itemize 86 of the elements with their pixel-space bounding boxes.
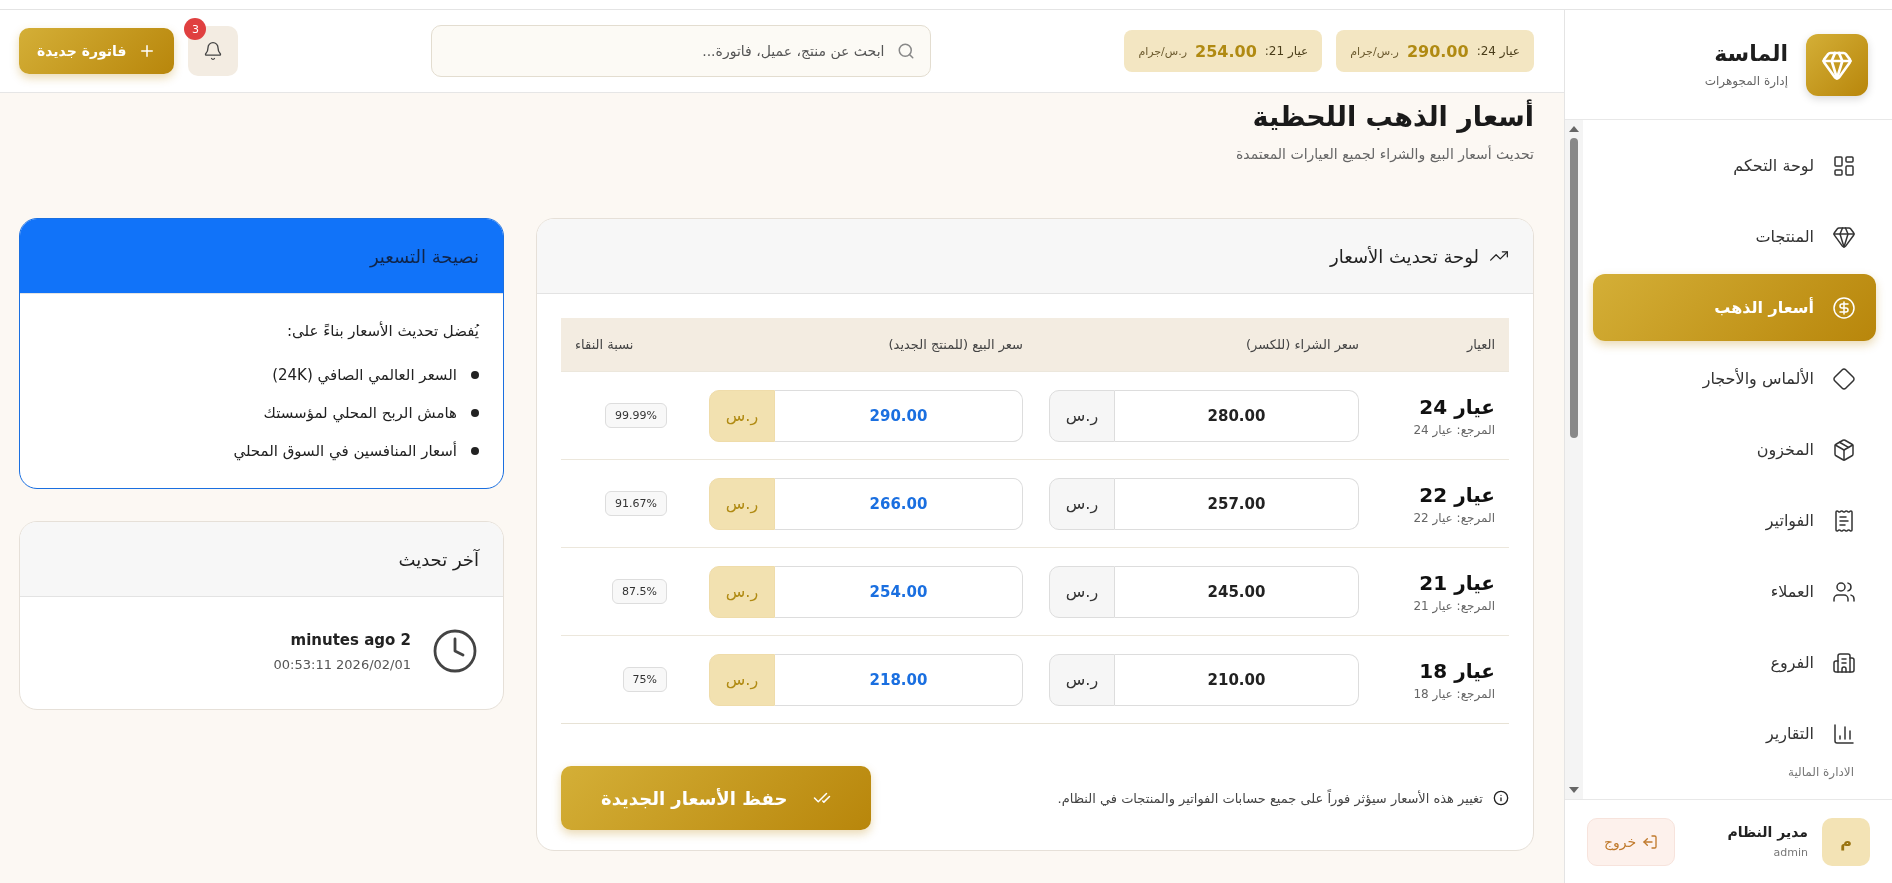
purity-badge: 87.5% <box>612 579 667 604</box>
karat-reference: المرجع: عيار 21 <box>1412 598 1495 613</box>
nav-icon <box>1832 721 1856 746</box>
nav-icon <box>1832 650 1856 675</box>
card-title: لوحة تحديث الأسعار <box>1330 245 1479 267</box>
purity-badge: 75% <box>622 667 667 692</box>
logout-icon <box>1642 833 1659 850</box>
info-icon <box>1493 790 1509 806</box>
chip-label: عيار 24: <box>1476 44 1520 58</box>
timestamp: 00:53:11 2026/02/01 <box>273 656 411 672</box>
user-name: مدير النظام <box>1727 824 1808 840</box>
karat-reference: المرجع: عيار 22 <box>1412 510 1495 525</box>
tip-point: هامش الربح المحلي لمؤسستك <box>263 404 457 422</box>
sell-price-input[interactable]: 254.00 <box>775 565 1023 618</box>
nav-icon <box>1832 153 1856 178</box>
purity-badge: 91.67% <box>605 491 667 516</box>
nav-icon <box>1832 437 1856 462</box>
chip-price: 254.00 <box>1195 41 1257 61</box>
section-label: الادارة المالية <box>1786 765 1855 779</box>
user-avatar: م <box>1822 817 1870 866</box>
karat-name: عيار 22 <box>1418 482 1495 507</box>
nav-item[interactable]: التقارير <box>1593 700 1876 767</box>
nav-item[interactable]: المنتجات <box>1593 203 1876 270</box>
nav-icon <box>1832 579 1856 604</box>
purity-badge: 99.99% <box>605 403 667 428</box>
column-header: العيار <box>1465 337 1495 352</box>
relative-time: minutes ago 2 <box>289 630 411 649</box>
nav-item[interactable]: العملاء <box>1593 558 1876 625</box>
search-icon <box>897 42 916 60</box>
chip-price: 290.00 <box>1406 41 1469 61</box>
currency-label: ر.س <box>1049 565 1115 618</box>
user-role: admin <box>1772 846 1808 859</box>
currency-label: ر.س <box>709 477 775 530</box>
karat-reference: المرجع: عيار 24 <box>1412 422 1495 437</box>
nav-icon <box>1832 224 1856 249</box>
nav-item[interactable]: الألماس والأحجار <box>1593 345 1876 412</box>
brand-name: الماسة <box>1713 41 1788 66</box>
card-title: آخر تحديث <box>398 548 479 570</box>
currency-label: ر.س <box>1049 477 1115 530</box>
warning-note: تغيير هذه الأسعار سيؤثر فوراً على جميع حسابات الفواتير والمنتجات في النظام. <box>1057 790 1483 806</box>
chip-label: عيار 21: <box>1264 44 1309 58</box>
currency-label: ر.س <box>709 653 775 706</box>
column-header: سعر البيع (للمنتج الجديد) <box>887 337 1023 352</box>
nav-item[interactable]: الفروع <box>1593 629 1876 696</box>
tip-point: السعر العالمي الصافي (24K) <box>272 366 457 384</box>
chip-unit: ر.س/جرام <box>1138 44 1188 58</box>
buy-price-input[interactable]: 245.00 <box>1115 565 1359 618</box>
page-subtitle: تحديث أسعار البيع والشراء لجميع العيارات المعتمدة <box>1235 146 1534 162</box>
tip-intro: يُفضل تحديث الأسعار بناءً على: <box>286 322 479 340</box>
buy-price-input[interactable]: 210.00 <box>1115 653 1359 706</box>
brand-tagline: إدارة المجوهرات <box>1704 74 1788 88</box>
nav-icon <box>1832 295 1856 320</box>
nav-item[interactable]: المخزون <box>1593 416 1876 483</box>
karat-name: عيار 21 <box>1418 570 1495 595</box>
currency-label: ر.س <box>709 389 775 442</box>
nav-item[interactable]: الفواتير <box>1593 487 1876 554</box>
currency-label: ر.س <box>1049 653 1115 706</box>
bullet-icon <box>471 409 479 417</box>
bell-icon <box>203 41 224 61</box>
clock-icon <box>431 627 479 675</box>
column-header: سعر الشراء (للكسر) <box>1244 337 1359 352</box>
bullet-icon <box>471 447 479 455</box>
currency-label: ر.س <box>1049 389 1115 442</box>
buy-price-input[interactable]: 257.00 <box>1115 477 1359 530</box>
nav-icon <box>1832 366 1856 391</box>
sell-price-input[interactable]: 266.00 <box>775 477 1023 530</box>
search-field[interactable]: ابحث عن منتج، عميل، فاتورة... <box>431 25 932 77</box>
card-title: نصيحة التسعير <box>369 245 479 267</box>
notification-count: 3 <box>184 18 207 40</box>
sell-price-input[interactable]: 290.00 <box>775 389 1023 442</box>
notifications-button[interactable] <box>188 26 239 76</box>
nav-icon <box>1832 508 1856 533</box>
karat-name: عيار 24 <box>1418 394 1495 419</box>
scrollbar[interactable] <box>1565 120 1583 799</box>
karat-name: عيار 18 <box>1418 658 1495 683</box>
buy-price-input[interactable]: 280.00 <box>1115 389 1359 442</box>
karat-reference: المرجع: عيار 18 <box>1412 686 1495 701</box>
sell-price-input[interactable]: 218.00 <box>775 653 1023 706</box>
gem-logo-icon <box>1806 33 1868 96</box>
currency-label: ر.س <box>709 565 775 618</box>
nav-item[interactable]: لوحة التحكم <box>1593 132 1876 199</box>
chip-unit: ر.س/جرام <box>1350 44 1399 58</box>
column-header: نسبة النقاء <box>575 337 635 352</box>
page-title: أسعار الذهب اللحظية <box>1251 101 1534 132</box>
bullet-icon <box>471 371 479 379</box>
tip-point: أسعار المنافسين في السوق المحلي <box>233 442 457 460</box>
